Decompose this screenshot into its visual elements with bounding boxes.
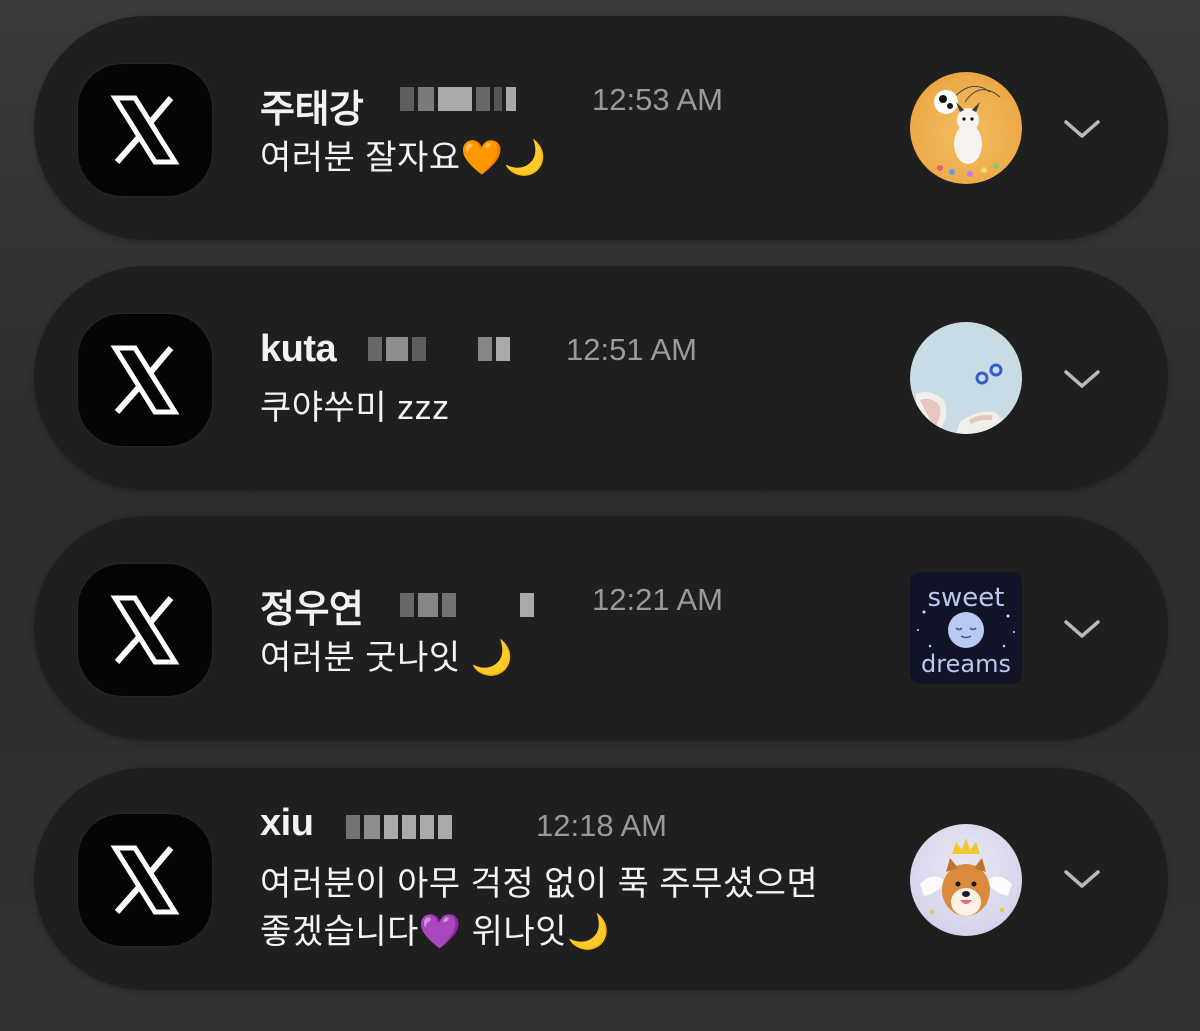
- redacted-handle: [400, 86, 516, 112]
- notification-card[interactable]: kuta 12:51 AM 쿠야쑤미 zzz: [34, 266, 1168, 490]
- redacted-handle: [346, 814, 452, 840]
- notification-list: 주태강 12:53 AM 여러분 잘자요🧡🌙 kuta 12:51 AM 쿠야쑤…: [0, 0, 1200, 1031]
- message-line: 여러분이 아무 걱정 없이 푹 주무셨으면: [260, 865, 819, 903]
- notification-card[interactable]: xiu 12:18 AM 여러분이 아무 걱정 없이 푹 주무셨으면 좋겠습니다…: [34, 768, 1168, 990]
- x-logo-icon: [78, 64, 212, 196]
- x-logo-icon: [78, 564, 212, 696]
- shiba-with-crown-avatar[interactable]: [910, 824, 1022, 936]
- redacted-handle: [368, 336, 510, 362]
- message-line: 여러분 굿나잇 🌙: [260, 639, 514, 677]
- avatar-text-top: sweet: [928, 583, 1005, 613]
- bunny-ears-avatar[interactable]: [910, 322, 1022, 434]
- message-line: 여러분 잘자요🧡🌙: [260, 139, 547, 177]
- dog-with-balloons-avatar[interactable]: [910, 72, 1022, 184]
- chevron-down-icon[interactable]: [1062, 864, 1102, 894]
- notification-message: 여러분이 아무 걱정 없이 푹 주무셨으면 좋겠습니다💜 위나잇🌙: [260, 860, 818, 956]
- notification-message: 쿠야쑤미 zzz: [260, 384, 450, 432]
- chevron-down-icon[interactable]: [1062, 364, 1102, 394]
- notification-time: 12:53 AM: [592, 82, 723, 117]
- sender-name: kuta: [260, 328, 337, 370]
- notification-time: 12:21 AM: [592, 582, 723, 617]
- notification-card[interactable]: 정우연 12:21 AM 여러분 굿나잇 🌙 sweet dreams: [34, 516, 1168, 740]
- notification-message: 여러분 잘자요🧡🌙: [260, 134, 546, 182]
- x-logo-icon: [78, 314, 212, 446]
- x-logo-icon: [78, 814, 212, 946]
- chevron-down-icon[interactable]: [1062, 614, 1102, 644]
- sender-name: 주태강: [260, 89, 364, 131]
- avatar-text-bottom: dreams: [921, 650, 1011, 678]
- message-line: 쿠야쑤미 zzz: [260, 389, 450, 427]
- message-line: 좋겠습니다💜 위나잇🌙: [260, 913, 610, 951]
- notification-time: 12:18 AM: [536, 808, 667, 843]
- chevron-down-icon[interactable]: [1062, 114, 1102, 144]
- sweet-dreams-avatar[interactable]: sweet dreams: [910, 572, 1022, 684]
- sender-name: xiu: [260, 802, 314, 844]
- sender-name: 정우연: [260, 589, 364, 631]
- notification-card[interactable]: 주태강 12:53 AM 여러분 잘자요🧡🌙: [34, 16, 1168, 240]
- redacted-handle: [400, 592, 534, 618]
- notification-time: 12:51 AM: [566, 332, 697, 367]
- notification-message: 여러분 굿나잇 🌙: [260, 634, 513, 682]
